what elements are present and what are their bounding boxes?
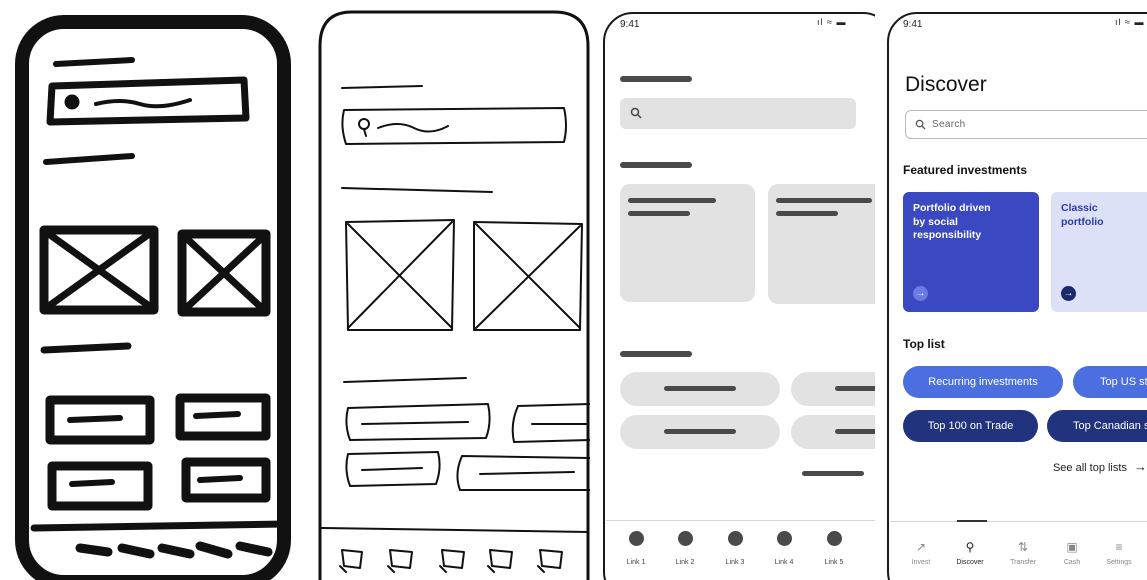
wireframe-panel: 9:41 ıl ≈ ▬ Link 1 Link 2 Link 3 Link 4 …	[603, 0, 875, 580]
transfer-icon: ⇅	[1017, 540, 1029, 554]
top-list-pill[interactable]: Top US st	[1073, 366, 1147, 398]
wireframe-nav-divider	[606, 520, 875, 521]
wireframe-card-line	[776, 211, 838, 216]
search-placeholder: Search	[932, 119, 966, 130]
top-list-pill[interactable]: Recurring investments	[903, 366, 1063, 398]
wireframe-nav-link[interactable]: Link 4	[764, 559, 804, 566]
arrow-right-icon: →	[1134, 459, 1147, 474]
tab-label: Settings	[1106, 559, 1132, 566]
cash-icon: ▣	[1066, 540, 1078, 554]
app-status-icons: ıl ≈ ▬	[1115, 17, 1145, 27]
top-list-pill[interactable]: Top 100 on Trade	[903, 410, 1038, 442]
wireframe-pill[interactable]	[620, 415, 780, 449]
tab-transfer[interactable]: ⇅ Transfer	[1001, 538, 1045, 566]
trend-icon: ↗	[915, 540, 927, 554]
wireframe-section-bar	[620, 351, 692, 357]
tab-invest[interactable]: ↗ Invest	[899, 538, 943, 566]
wireframe-pill[interactable]	[791, 372, 875, 406]
wireframe-nav-dot[interactable]	[777, 531, 792, 546]
wireframe-nav-dot[interactable]	[827, 531, 842, 546]
wireframe-pill-line	[664, 429, 736, 434]
wireframe-pill[interactable]	[791, 415, 875, 449]
wireframe-card-line	[776, 198, 872, 203]
top-list-pill[interactable]: Top Canadian s	[1047, 410, 1147, 442]
tab-label: Invest	[911, 559, 931, 566]
wireframe-card[interactable]	[620, 184, 755, 302]
wireframe-nav-link[interactable]: Link 1	[616, 559, 656, 566]
pen-sketch-drawing	[318, 10, 590, 580]
wireframe-status-icons: ıl ≈ ▬	[817, 17, 847, 27]
wireframe-nav-dot[interactable]	[629, 531, 644, 546]
top-list-heading: Top list	[903, 337, 945, 351]
wireframe-nav-link[interactable]: Link 5	[814, 559, 854, 566]
arrow-right-icon[interactable]: →	[1061, 286, 1076, 301]
marker-sketch-drawing	[15, 15, 291, 580]
featured-card-classic[interactable]: Classic portfolio →	[1051, 192, 1147, 312]
hifi-app-panel: 9:41 ıl ≈ ▬ Discover Search Featured inv…	[887, 0, 1147, 580]
tab-label: Discover	[956, 559, 984, 566]
active-tab-indicator	[957, 520, 987, 522]
see-all-label: See all top lists	[1052, 462, 1127, 474]
see-all-link[interactable]: See all top lists →	[1053, 459, 1147, 474]
tab-label: Cash	[1063, 559, 1081, 566]
featured-card-label: Portfolio driven by social responsibilit…	[913, 202, 991, 241]
search-icon: ⚲	[965, 540, 975, 554]
wireframe-pill-line	[835, 429, 875, 434]
page-title: Discover	[905, 73, 987, 96]
search-icon	[630, 107, 642, 119]
wireframe-card-line	[628, 211, 690, 216]
arrow-right-icon[interactable]: →	[913, 286, 928, 301]
tab-label: Transfer	[1010, 559, 1036, 566]
search-input[interactable]: Search	[905, 110, 1147, 139]
wireframe-pill-line	[664, 386, 736, 391]
tab-settings[interactable]: ≡ Settings	[1097, 538, 1141, 566]
search-icon	[915, 119, 926, 130]
tab-bar-divider	[890, 521, 1147, 522]
tab-discover[interactable]: ⚲ Discover	[948, 538, 992, 566]
wireframe-search-bar[interactable]	[620, 98, 856, 129]
menu-icon: ≡	[1115, 540, 1123, 554]
wireframe-title-bar	[620, 76, 692, 82]
wireframe-see-all-bar[interactable]	[802, 471, 864, 476]
sketch-marker-panel	[0, 0, 304, 580]
featured-heading: Featured investments	[903, 163, 1028, 177]
wireframe-nav-dot[interactable]	[678, 531, 693, 546]
wireframe-pill-line	[835, 386, 875, 391]
wireframe-card[interactable]	[768, 184, 875, 304]
wireframe-nav-link[interactable]: Link 2	[665, 559, 705, 566]
tab-cash[interactable]: ▣ Cash	[1050, 538, 1094, 566]
wireframe-status-time: 9:41	[620, 19, 640, 30]
wireframe-section-bar	[620, 162, 692, 168]
app-status-time: 9:41	[903, 19, 923, 30]
wireframe-pill[interactable]	[620, 372, 780, 406]
featured-card-social[interactable]: Portfolio driven by social responsibilit…	[903, 192, 1039, 312]
wireframe-nav-link[interactable]: Link 3	[715, 559, 755, 566]
featured-card-label: Classic portfolio	[1061, 202, 1104, 228]
sketch-pen-panel	[318, 0, 590, 580]
wireframe-nav-dot[interactable]	[728, 531, 743, 546]
wireframe-card-line	[628, 198, 716, 203]
